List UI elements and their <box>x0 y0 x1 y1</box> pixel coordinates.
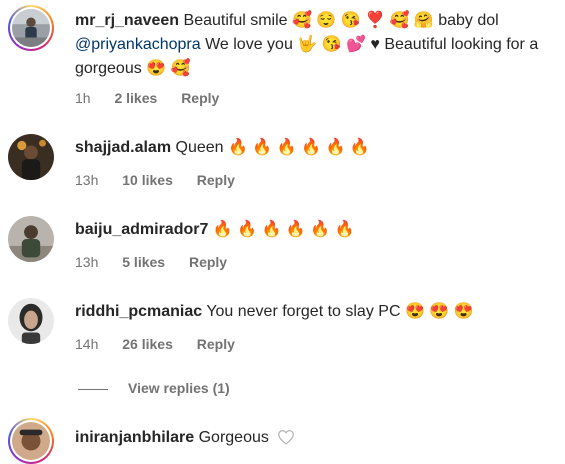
comment-time[interactable]: 13h <box>75 254 98 270</box>
comment-text: baiju_admirador7 🔥 🔥 🔥 🔥 🔥 🔥 <box>75 218 547 242</box>
comment-time[interactable]: 1h <box>75 90 91 106</box>
comment-time[interactable]: 13h <box>75 172 98 188</box>
reply-button[interactable]: Reply <box>197 336 235 352</box>
avatar-image <box>12 9 50 47</box>
comment-text: iniranjanbhilare Gorgeous <box>75 426 547 450</box>
comment-text: riddhi_pcmaniac You never forget to slay… <box>75 300 547 324</box>
heart-outline-icon[interactable] <box>277 429 295 445</box>
avatar[interactable] <box>8 134 54 180</box>
comment-username[interactable]: mr_rj_naveen <box>75 12 179 29</box>
comment-text: shajjad.alam Queen 🔥 🔥 🔥 🔥 🔥 🔥 <box>75 136 547 160</box>
comment-body: Queen 🔥 🔥 🔥 🔥 🔥 🔥 <box>175 139 370 156</box>
like-count[interactable]: 5 likes <box>122 254 165 270</box>
comment-meta: 14h 26 likes Reply <box>75 335 255 353</box>
view-replies-label: View replies (1) <box>128 380 230 396</box>
comment-meta: 13h 5 likes Reply <box>75 253 247 271</box>
reply-button[interactable]: Reply <box>197 172 235 188</box>
avatar[interactable] <box>8 418 54 464</box>
divider-line <box>78 388 108 390</box>
avatar[interactable] <box>8 216 54 262</box>
comment-username[interactable]: baiju_admirador7 <box>75 221 208 238</box>
mention-link[interactable]: @priyankachopra <box>75 36 201 53</box>
avatar-image <box>8 216 54 262</box>
avatar[interactable] <box>8 298 54 344</box>
avatar-image <box>8 298 54 344</box>
comment-body-part1: Beautiful smile 🥰 😌 😘 ❣️ 🥰 🤗 baby dol <box>183 12 499 29</box>
comment-body: 🔥 🔥 🔥 🔥 🔥 🔥 <box>212 221 355 238</box>
like-count[interactable]: 10 likes <box>122 172 173 188</box>
comment-body: You never forget to slay PC 😍 😍 😍 <box>206 303 474 320</box>
comment-text: mr_rj_naveen Beautiful smile 🥰 😌 😘 ❣️ 🥰 … <box>75 9 547 81</box>
comment-username[interactable]: shajjad.alam <box>75 139 171 156</box>
like-count[interactable]: 26 likes <box>122 336 173 352</box>
comment-time[interactable]: 14h <box>75 336 98 352</box>
avatar-image <box>8 134 54 180</box>
reply-button[interactable]: Reply <box>189 254 227 270</box>
reply-button[interactable]: Reply <box>181 90 219 106</box>
comment-username[interactable]: riddhi_pcmaniac <box>75 303 202 320</box>
comment-meta: 13h 10 likes Reply <box>75 171 255 189</box>
comment-body: Gorgeous <box>198 429 269 446</box>
view-replies-button[interactable]: View replies (1) <box>78 379 230 397</box>
comment-meta: 1h 2 likes Reply <box>75 89 239 107</box>
like-count[interactable]: 2 likes <box>114 90 157 106</box>
avatar-image <box>12 422 50 460</box>
avatar[interactable] <box>8 5 54 51</box>
comment-username[interactable]: iniranjanbhilare <box>75 429 194 446</box>
